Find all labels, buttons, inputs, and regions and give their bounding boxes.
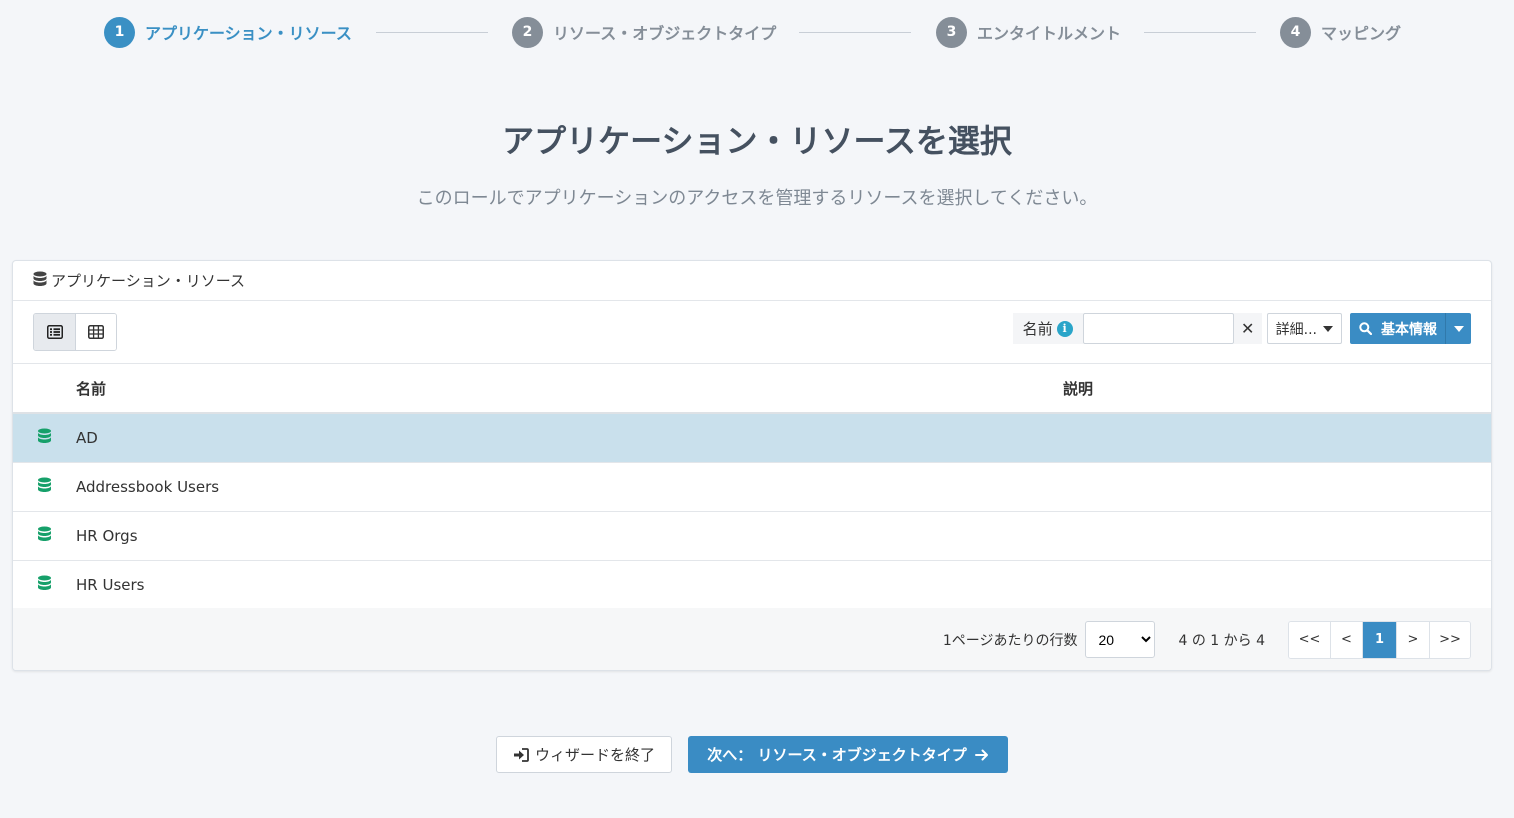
arrow-right-icon (974, 749, 988, 760)
description-column-header[interactable]: 説明 (1063, 364, 1491, 414)
resources-card: アプリケーション・リソース 名前 i ✕ 詳細... 基本情報 名前 説明 AD… (12, 260, 1492, 671)
view-toggle (33, 313, 117, 351)
page-range-text: 4 の 1 から 4 (1178, 632, 1265, 649)
caret-down-icon (1323, 325, 1333, 332)
database-icon (37, 477, 52, 497)
row-name: HR Orgs (76, 511, 1063, 561)
card-header: アプリケーション・リソース (13, 261, 1491, 301)
step-number: 4 (1280, 16, 1311, 48)
row-description (1063, 413, 1491, 463)
advanced-filter-label: 詳細... (1275, 321, 1317, 338)
name-column-header[interactable]: 名前 (76, 364, 1063, 414)
filter-label-text: 名前 (1022, 320, 1053, 338)
next-step-label: 次へ： リソース・オブジェクトタイプ (707, 746, 967, 764)
clear-filter-button[interactable]: ✕ (1233, 313, 1262, 344)
grid-view-button[interactable] (75, 314, 116, 350)
pagination-controls: 1ページあたりの行数 20 4 の 1 から 4 << < 1 > >> (942, 620, 1471, 659)
resources-table: 名前 説明 AD Addressbook Users HR Orgs HR Us… (13, 364, 1491, 610)
first-page-button[interactable]: << (1289, 621, 1330, 658)
table-row[interactable]: Addressbook Users (13, 462, 1491, 512)
row-description (1063, 511, 1491, 561)
search-button-group: 基本情報 (1350, 313, 1471, 344)
table-row[interactable]: AD (13, 413, 1491, 463)
step-number: 2 (512, 16, 543, 48)
search-options-dropdown[interactable] (1445, 313, 1471, 344)
last-page-button[interactable]: >> (1429, 621, 1470, 658)
advanced-filter-dropdown[interactable]: 詳細... (1266, 313, 1342, 344)
database-icon (33, 271, 47, 291)
rows-per-page-select[interactable]: 20 (1085, 621, 1156, 658)
page-title: アプリケーション・リソースを選択 (502, 122, 1012, 160)
basic-search-button[interactable]: 基本情報 (1350, 313, 1445, 344)
row-description (1063, 560, 1491, 610)
page-1-button[interactable]: 1 (1362, 621, 1396, 658)
pagination-bar: 1ページあたりの行数 20 4 の 1 から 4 << < 1 > >> (13, 608, 1491, 670)
filter-label: 名前 i (1012, 313, 1083, 344)
grid-icon (88, 325, 104, 339)
step-1[interactable]: 1 アプリケーション・リソース (104, 16, 352, 48)
list-icon (46, 325, 63, 339)
step-3[interactable]: 3 エンタイトルメント (936, 16, 1121, 48)
card-title: アプリケーション・リソース (51, 272, 245, 290)
row-name: HR Users (76, 560, 1063, 610)
name-filter-input[interactable] (1082, 313, 1234, 344)
database-icon (37, 526, 52, 546)
info-icon[interactable]: i (1056, 320, 1073, 337)
icon-column-header (13, 364, 76, 414)
step-4[interactable]: 4 マッピング (1280, 16, 1401, 48)
exit-wizard-label: ウィザードを終了 (534, 746, 655, 764)
table-header-row: 名前 説明 (13, 364, 1491, 414)
rows-per-page-label: 1ページあたりの行数 (942, 632, 1078, 649)
step-label: エンタイトルメント (977, 24, 1122, 43)
row-name: Addressbook Users (76, 462, 1063, 512)
next-step-button[interactable]: 次へ： リソース・オブジェクトタイプ (688, 736, 1008, 773)
search-icon (1359, 322, 1372, 335)
page-subtitle: このロールでアプリケーションのアクセスを管理するリソースを選択してください。 (416, 188, 1098, 209)
step-connector (799, 32, 911, 33)
wizard-stepper: 1 アプリケーション・リソース 2 リソース・オブジェクトタイプ 3 エンタイト… (104, 16, 1404, 48)
step-label: アプリケーション・リソース (145, 24, 352, 43)
sign-in-icon (513, 747, 529, 762)
row-description (1063, 462, 1491, 512)
name-filter: 名前 i ✕ 詳細... 基本情報 (1012, 313, 1471, 344)
database-icon (37, 428, 52, 448)
table-toolbar: 名前 i ✕ 詳細... 基本情報 (13, 301, 1491, 364)
exit-wizard-button[interactable]: ウィザードを終了 (496, 736, 672, 773)
list-view-button[interactable] (34, 314, 75, 350)
step-label: マッピング (1321, 24, 1402, 43)
prev-page-button[interactable]: < (1330, 621, 1362, 658)
database-icon (37, 575, 52, 595)
step-connector (1144, 32, 1256, 33)
next-page-button[interactable]: > (1396, 621, 1429, 658)
caret-down-icon (1453, 325, 1464, 332)
table-row[interactable]: HR Orgs (13, 511, 1491, 561)
step-label: リソース・オブジェクトタイプ (553, 24, 777, 43)
row-name: AD (76, 413, 1063, 463)
step-2[interactable]: 2 リソース・オブジェクトタイプ (512, 16, 776, 48)
step-number: 3 (936, 16, 967, 48)
table-row[interactable]: HR Users (13, 560, 1491, 610)
search-button-label: 基本情報 (1381, 321, 1437, 338)
page-buttons: << < 1 > >> (1288, 620, 1471, 659)
step-connector (376, 32, 488, 33)
step-number: 1 (104, 16, 135, 48)
